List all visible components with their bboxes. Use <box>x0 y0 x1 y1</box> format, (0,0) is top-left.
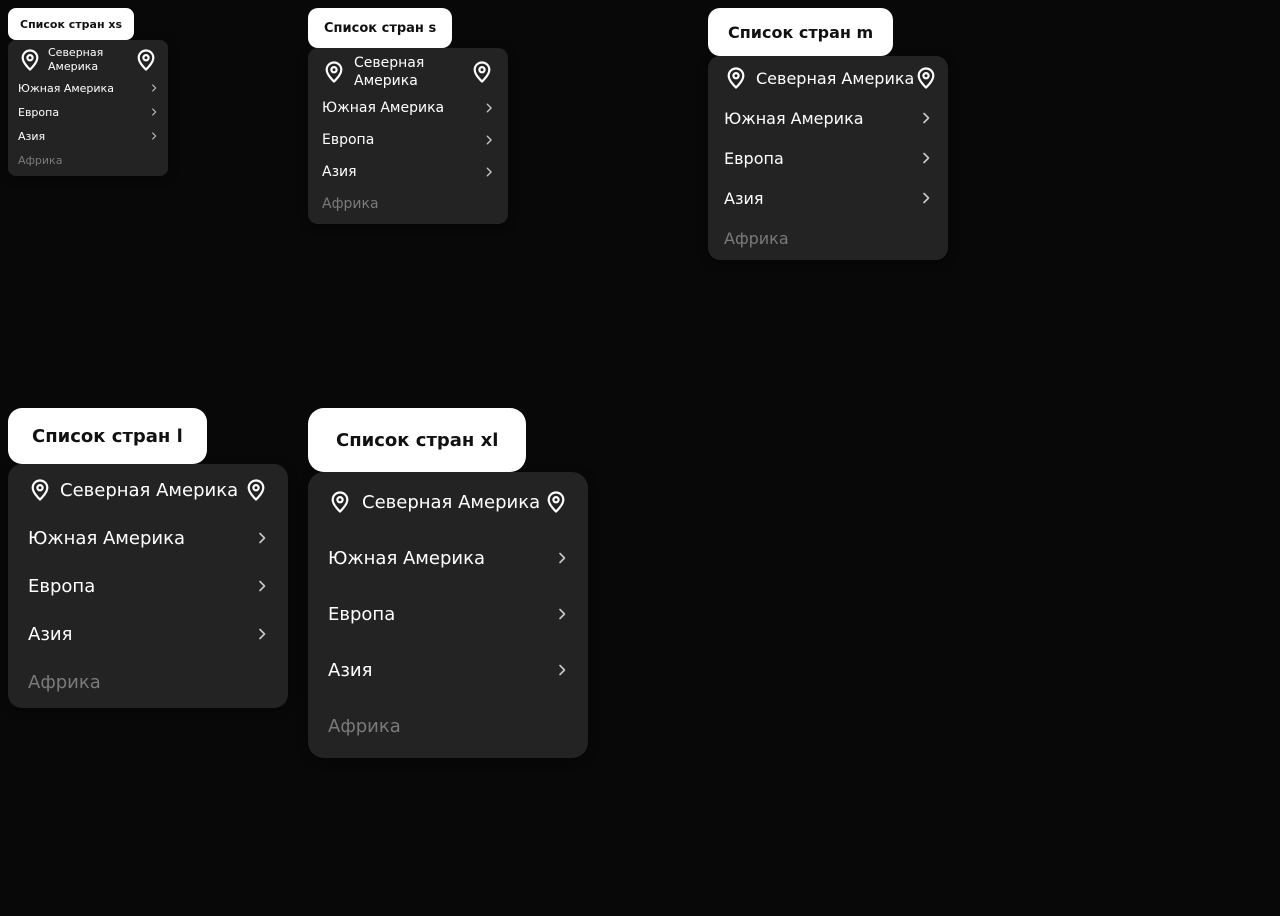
menu-item-label: Европа <box>18 105 60 119</box>
menu-item-label: Северная Америка <box>48 46 104 73</box>
menu-item-label: Африка <box>724 228 789 248</box>
location-pin-icon <box>134 48 158 72</box>
menu-item-africa: Африка <box>8 148 168 172</box>
menu-item-label: Европа <box>724 148 784 168</box>
location-pin-icon <box>328 490 352 514</box>
menu-item-label: Африка <box>322 196 379 212</box>
dropdown-xs: Список стран xs Северная Америка Южная А… <box>8 8 168 176</box>
chevron-right-icon <box>256 580 268 592</box>
dropdown-trigger-xl[interactable]: Список стран xl <box>308 408 527 472</box>
menu-item-label: Европа <box>328 603 396 625</box>
menu-item-label: Африка <box>18 153 63 167</box>
trigger-label: Список стран s <box>324 20 437 36</box>
dropdown-trigger-s[interactable]: Список стран s <box>308 8 453 48</box>
menu-item-label: Южная Америка <box>724 108 864 128</box>
menu-item-south-america[interactable]: Южная Америка <box>8 76 168 100</box>
menu-item-africa: Африка <box>8 658 288 706</box>
menu-item-label: Южная Америка <box>28 527 185 549</box>
dropdown-trigger-l[interactable]: Список стран l <box>8 408 207 464</box>
menu-item-europe[interactable]: Европа <box>8 562 288 610</box>
chevron-right-icon <box>256 628 268 640</box>
dropdown-trigger-m[interactable]: Список стран m <box>708 8 894 56</box>
dropdown-menu-xs: Северная Америка Южная Америка Европа Аз… <box>8 40 168 176</box>
menu-item-europe[interactable]: Европа <box>8 100 168 124</box>
menu-item-label: Азия <box>18 129 46 143</box>
menu-item-south-america[interactable]: Южная Америка <box>308 530 588 586</box>
menu-item-label: Африка <box>328 715 401 737</box>
trigger-label: Список стран m <box>728 22 874 42</box>
menu-item-label: Азия <box>724 188 764 208</box>
menu-item-north-america[interactable]: Северная Америка <box>8 44 168 76</box>
menu-item-asia[interactable]: Азия <box>8 610 288 658</box>
dropdown-menu-m: Северная Америка Южная Америка Европа Аз… <box>708 56 948 260</box>
menu-item-south-america[interactable]: Южная Америка <box>708 98 948 138</box>
menu-item-label: Южная Америка <box>328 547 485 569</box>
menu-item-label: Африка <box>28 671 101 693</box>
chevron-right-icon <box>556 608 568 620</box>
chevron-right-icon <box>556 664 568 676</box>
dropdown-m: Список стран m Северная Америка Южная Ам… <box>708 8 948 260</box>
menu-item-south-america[interactable]: Южная Америка <box>308 92 508 124</box>
chevron-right-icon <box>150 132 158 140</box>
location-pin-icon <box>28 478 52 502</box>
menu-item-asia[interactable]: Азия <box>308 156 508 188</box>
chevron-right-icon <box>484 103 494 113</box>
chevron-right-icon <box>150 108 158 116</box>
chevron-right-icon <box>484 135 494 145</box>
location-pin-icon <box>544 490 568 514</box>
menu-item-north-america[interactable]: Северная Америка <box>8 466 288 514</box>
location-pin-icon <box>18 48 42 72</box>
trigger-label: Список стран l <box>32 425 183 447</box>
menu-item-africa: Африка <box>708 218 948 258</box>
chevron-right-icon <box>920 192 932 204</box>
dropdown-s: Список стран s Северная Америка Южная Ам… <box>308 8 508 224</box>
location-pin-icon <box>470 60 494 84</box>
menu-item-africa: Африка <box>308 188 508 220</box>
dropdown-menu-l: Северная Америка Южная Америка Европа Аз… <box>8 464 288 708</box>
dropdown-xl: Список стран xl Северная Америка Южная А… <box>308 408 588 758</box>
menu-item-europe[interactable]: Европа <box>308 124 508 156</box>
menu-item-label: Северная Америка <box>362 491 541 513</box>
menu-item-europe[interactable]: Европа <box>308 586 588 642</box>
menu-item-label: Северная Америка <box>756 68 915 88</box>
menu-item-south-america[interactable]: Южная Америка <box>8 514 288 562</box>
menu-item-label: Европа <box>322 132 375 148</box>
chevron-right-icon <box>484 167 494 177</box>
menu-item-north-america[interactable]: Северная Америка <box>708 58 948 98</box>
menu-item-asia[interactable]: Азия <box>308 642 588 698</box>
dropdown-trigger-xs[interactable]: Список стран xs <box>8 8 135 40</box>
menu-item-europe[interactable]: Европа <box>708 138 948 178</box>
menu-item-north-america[interactable]: Северная Америка <box>308 52 508 92</box>
dropdown-menu-xl: Северная Америка Южная Америка Европа Аз… <box>308 472 588 758</box>
menu-item-label: Северная Америка <box>60 479 239 501</box>
menu-item-label: Северная Америка <box>354 55 425 89</box>
trigger-label: Список стран xl <box>336 429 499 451</box>
menu-item-label: Европа <box>28 575 96 597</box>
chevron-right-icon <box>920 112 932 124</box>
menu-item-label: Южная Америка <box>322 100 445 116</box>
location-pin-icon <box>244 478 268 502</box>
dropdown-l: Список стран l Северная Америка Южная Ам… <box>8 408 288 708</box>
chevron-right-icon <box>150 84 158 92</box>
chevron-right-icon <box>256 532 268 544</box>
menu-item-asia[interactable]: Азия <box>8 124 168 148</box>
menu-item-north-america[interactable]: Северная Америка <box>308 474 588 530</box>
menu-item-label: Азия <box>328 659 373 681</box>
dropdown-menu-s: Северная Америка Южная Америка Европа Аз… <box>308 48 508 224</box>
menu-item-asia[interactable]: Азия <box>708 178 948 218</box>
menu-item-label: Азия <box>322 164 357 180</box>
location-pin-icon <box>322 60 346 84</box>
menu-item-label: Азия <box>28 623 73 645</box>
trigger-label: Список стран xs <box>20 17 123 31</box>
menu-item-label: Южная Америка <box>18 81 114 95</box>
location-pin-icon <box>724 66 748 90</box>
location-pin-icon <box>914 66 938 90</box>
menu-item-africa: Африка <box>308 698 588 754</box>
chevron-right-icon <box>556 552 568 564</box>
chevron-right-icon <box>920 152 932 164</box>
